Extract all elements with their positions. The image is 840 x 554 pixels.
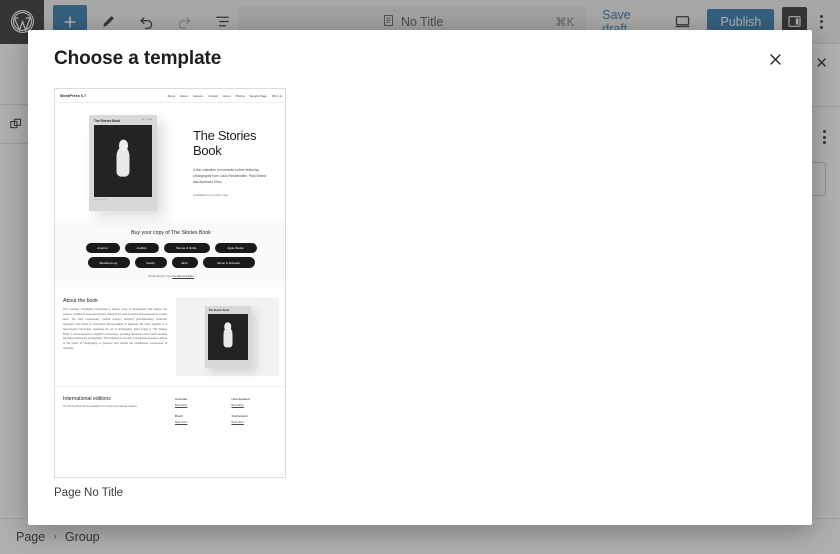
statue-bust-graphic xyxy=(116,146,130,177)
nav-link: Contact xyxy=(207,93,218,98)
international-entry: Switzerland Book Store xyxy=(232,414,280,424)
preview-buy-section: Buy your copy of The Stories Book Amazon… xyxy=(55,221,285,287)
retailer-button: Apple Books xyxy=(214,243,257,254)
template-caption: Page No Title xyxy=(54,487,124,499)
preview-international-section: International editions The Stories Book … xyxy=(55,385,285,434)
retailer-button: Amazon xyxy=(85,243,120,254)
country-name: Switzerland xyxy=(231,413,248,418)
preview-international-heading: International editions xyxy=(63,395,111,402)
preview-international-subtitle: The Stories Book will be available from … xyxy=(63,404,138,408)
retailer-button: Simon & Schuster xyxy=(202,257,255,268)
country-name: Brazil xyxy=(175,413,183,418)
buy-button-row: Bookshop.org Spotify Ebid Simon & Schust… xyxy=(87,257,255,268)
nav-link: Why Us xyxy=(271,93,282,98)
country-store-link: Book Store xyxy=(175,420,188,424)
book-cover-title: The Stories Book xyxy=(94,119,121,123)
preview-hero-heading: The Stories Book xyxy=(193,128,257,158)
buy-button-row: Amazon Audible Barnes & Noble Apple Book… xyxy=(85,243,257,254)
nav-link: Careers xyxy=(192,93,203,98)
country-name: New Zealand xyxy=(231,396,250,401)
template-preview: WordPress 6.7 About About Careers Contac… xyxy=(55,89,285,434)
book-cover-photo-small xyxy=(207,313,248,360)
retailer-button: Ebid xyxy=(171,257,198,268)
retailer-button: Barnes & Noble xyxy=(163,243,210,254)
book-cover-small: The Stories Book xyxy=(204,305,251,368)
preview-international-text: International editions The Stories Book … xyxy=(63,396,175,424)
retailer-button: Bookshop.org xyxy=(87,257,130,268)
preview-site-title: WordPress 6.7 xyxy=(60,93,87,98)
preview-hero: The Stories Book 01 — 2024 Photography T… xyxy=(55,103,285,221)
preview-about-heading: About the book xyxy=(63,297,98,304)
preview-buy-heading: Buy your copy of The Stories Book xyxy=(131,230,211,236)
retailer-button: Audible xyxy=(124,243,159,254)
book-cover-photo xyxy=(94,125,152,197)
modal-header: Choose a template xyxy=(28,30,812,88)
preview-hero-cover: The Stories Book 01 — 2024 Photography xyxy=(63,115,183,211)
preview-about-text: About the book This exquisite compilatio… xyxy=(63,298,167,376)
modal-title: Choose a template xyxy=(54,48,222,69)
retailer-button: Spotify xyxy=(134,257,167,268)
preview-about-section: About the book This exquisite compilatio… xyxy=(55,287,285,386)
preview-nav: WordPress 6.7 About About Careers Contac… xyxy=(55,89,285,103)
nav-link: About xyxy=(167,93,176,98)
nav-link: Home xyxy=(222,93,231,98)
preview-buy-note: Outside Europe? View international editi… xyxy=(63,275,279,278)
country-store-link: Book Store xyxy=(175,403,188,407)
statue-bust-graphic-small xyxy=(223,327,232,348)
book-cover-header: The Stories Book 01 — 2024 xyxy=(92,118,154,125)
modal-body: WordPress 6.7 About About Careers Contac… xyxy=(28,88,812,525)
preview-hero-paragraph: A fine collection of moments in time fea… xyxy=(193,168,267,185)
template-thumbnail[interactable]: WordPress 6.7 About About Careers Contac… xyxy=(54,88,286,478)
book-cover-large: The Stories Book 01 — 2024 Photography xyxy=(89,115,157,211)
nav-link: Pricing xyxy=(235,93,245,98)
preview-hero-availability: Available for pre-order now. xyxy=(193,193,229,198)
choose-template-modal: Choose a template WordPress 6.7 About Ab… xyxy=(28,30,812,525)
app-root: No Title ⌘K Save draft Publish ✕ Page › … xyxy=(0,0,840,554)
preview-hero-text: The Stories Book A fine collection of mo… xyxy=(193,115,279,211)
country-name: Australia xyxy=(175,396,188,401)
buy-note-prefix: Outside Europe? View xyxy=(147,274,173,278)
country-store-link: Book Store xyxy=(231,403,244,407)
book-cover-footer: Photography xyxy=(95,199,106,201)
international-entry: Australia Book Store xyxy=(175,397,223,407)
country-store-link: Book Store xyxy=(231,420,244,424)
nav-link: Sample Page xyxy=(249,93,267,98)
international-entry: New Zealand Book Store xyxy=(232,397,280,407)
preview-about-paragraph: This exquisite compilation showcases a d… xyxy=(63,307,168,351)
template-card-page-no-title[interactable]: WordPress 6.7 About About Careers Contac… xyxy=(54,88,286,499)
buy-note-link: international editions xyxy=(172,274,195,278)
preview-nav-links: About About Careers Contact Home Pricing… xyxy=(168,94,282,98)
preview-about-image: The Stories Book xyxy=(176,297,279,376)
nav-link: About xyxy=(180,93,188,98)
book-cover-title-small: The Stories Book xyxy=(208,308,230,312)
close-x-icon[interactable] xyxy=(760,44,790,74)
preview-international-grid: Australia Book Store New Zealand Book St… xyxy=(175,396,279,424)
book-cover-tag: 01 — 2024 xyxy=(141,119,152,121)
preview-buy-buttons: Amazon Audible Barnes & Noble Apple Book… xyxy=(63,243,279,268)
international-entry: Brazil Book Store xyxy=(175,414,223,424)
